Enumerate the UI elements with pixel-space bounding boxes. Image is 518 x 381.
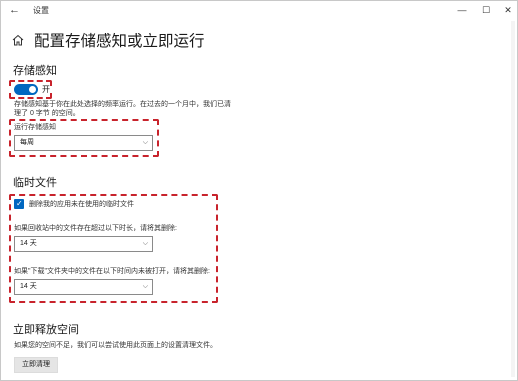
clean-now-button[interactable]: 立即清理 [14,357,58,373]
title-bar: ← 设置 — ☐ ✕ [1,1,517,19]
home-icon[interactable] [12,34,24,46]
free-space-heading: 立即释放空间 [13,324,79,336]
page-title: 配置存储感知或立即运行 [34,33,205,50]
back-arrow-icon[interactable]: ← [9,4,23,16]
temp-files-heading: 临时文件 [13,177,57,189]
free-space-description: 如果您的空间不足，我们可以尝试使用此页面上的设置清理文件。 [14,342,217,349]
recycle-bin-label: 如果回收站中的文件存在超过以下时长，请将其删除: [14,225,177,232]
chevron-down-icon: ⌵ [142,139,148,146]
downloads-value: 14 天 [20,283,37,290]
chevron-down-icon: ⌵ [142,240,148,247]
toggle-knob [29,86,36,93]
storage-sense-heading: 存储感知 [13,65,57,77]
scrollbar[interactable] [511,21,515,377]
minimize-icon[interactable]: — [453,3,471,17]
run-frequency-label: 运行存储感知 [14,124,56,131]
run-frequency-value: 每周 [20,139,34,146]
downloads-select[interactable]: 14 天 ⌵ [14,279,153,295]
recycle-bin-value: 14 天 [20,240,37,247]
maximize-icon[interactable]: ☐ [477,3,495,17]
storage-sense-toggle[interactable] [14,84,38,95]
downloads-label: 如果"下载"文件夹中的文件在以下时间内未被打开，请将其删除: [14,268,210,275]
checkmark-icon: ✓ [16,199,23,208]
recycle-bin-select[interactable]: 14 天 ⌵ [14,236,153,252]
chevron-down-icon: ⌵ [142,283,148,290]
run-frequency-select[interactable]: 每周 ⌵ [14,135,153,151]
close-icon[interactable]: ✕ [499,3,517,17]
settings-window: ← 设置 — ☐ ✕ 配置存储感知或立即运行 存储感知 开 存储感知基于你在此处… [0,0,518,381]
app-title: 设置 [33,6,49,15]
delete-temp-files-checkbox[interactable]: ✓ [14,199,24,209]
toggle-state-label: 开 [42,85,50,94]
delete-temp-files-label: 删除我的应用未在使用的临时文件 [29,201,134,208]
storage-sense-description-line2: 理了 0 字节 的空间。 [14,110,80,117]
